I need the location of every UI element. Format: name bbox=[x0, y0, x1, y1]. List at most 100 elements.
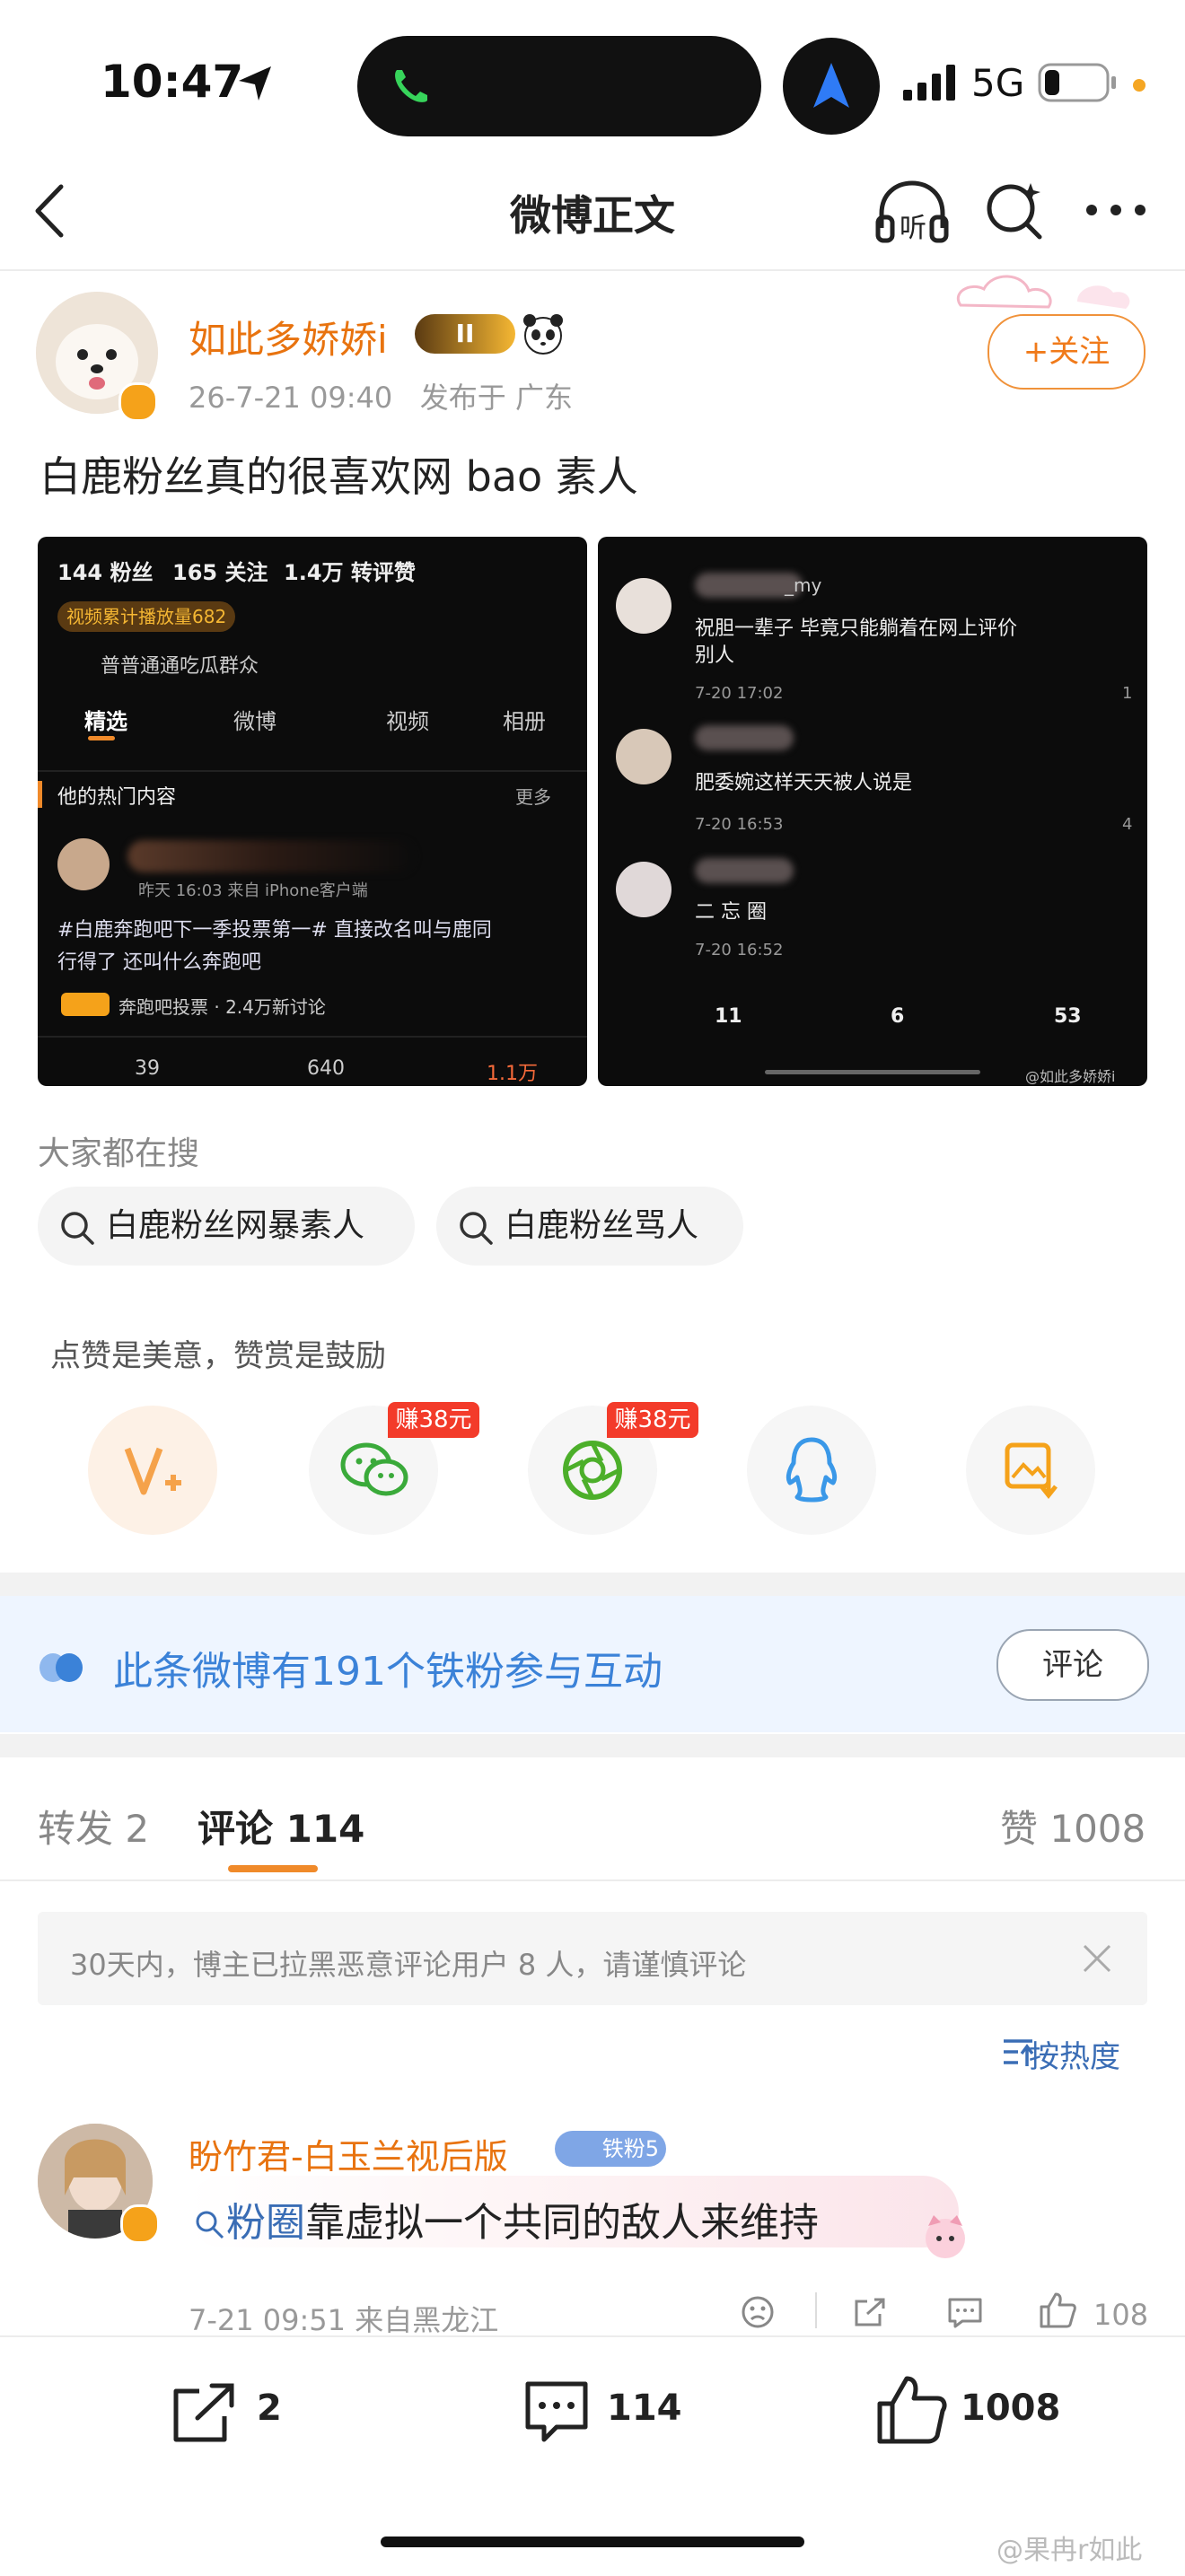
image2-blurred-name-3 bbox=[695, 858, 794, 883]
image1-tab-underline bbox=[88, 736, 115, 740]
panda-icon bbox=[523, 314, 563, 355]
image2-bar-likes: 53 bbox=[1054, 1005, 1082, 1028]
like-icon[interactable] bbox=[874, 2371, 950, 2447]
post-location: 发布于 广东 bbox=[419, 381, 573, 415]
image2-c3-time: 7-20 16:52 bbox=[695, 941, 784, 959]
wechat-icon bbox=[340, 1442, 408, 1496]
signal-icon bbox=[903, 65, 955, 101]
member-level-text: II bbox=[455, 319, 475, 348]
close-icon[interactable] bbox=[1081, 1942, 1113, 1975]
recording-dot bbox=[1133, 79, 1146, 92]
fans-icon bbox=[40, 1653, 83, 1682]
tab-active-indicator bbox=[228, 1865, 318, 1872]
image2-bar-reposts: 11 bbox=[715, 1005, 742, 1028]
image2-home-bar bbox=[765, 1070, 980, 1074]
reward-v-plus-icon bbox=[124, 1447, 181, 1495]
earn-badge-wechat: 赚38元 bbox=[388, 1402, 479, 1438]
comment-icon[interactable] bbox=[521, 2377, 592, 2449]
post-timestamp: 26-7-21 09:40 bbox=[189, 381, 393, 415]
comment-like-count: 108 bbox=[1093, 2298, 1149, 2332]
post-image-2[interactable]: _my 祝胆一辈子 毕竟只能躺着在网上评价 别人 7-20 17:02 1 肥委… bbox=[598, 537, 1147, 1086]
comment-action-divider bbox=[815, 2292, 817, 2328]
image1-tab-weibo: 微博 bbox=[233, 709, 276, 734]
search-icon[interactable] bbox=[984, 180, 1047, 242]
follow-button[interactable]: +关注 bbox=[988, 314, 1146, 390]
post-image-1[interactable]: 144 粉丝 165 关注 1.4万 转评赞 视频累计播放量682 普普通通吃瓜… bbox=[38, 537, 587, 1086]
commenter-verified-icon bbox=[120, 2204, 160, 2244]
dislike-face-icon[interactable] bbox=[740, 2294, 776, 2330]
repost-count: 2 bbox=[257, 2388, 282, 2429]
section-separator-2 bbox=[0, 1734, 1185, 1757]
search-chip-1-label: 白鹿粉丝网暴素人 bbox=[106, 1207, 365, 1244]
image1-divider bbox=[38, 770, 587, 772]
sort-by-heat[interactable]: 按热度 bbox=[1029, 2032, 1120, 2076]
section-separator bbox=[0, 1573, 1185, 1596]
image1-hot-title: 他的热门内容 bbox=[57, 786, 177, 809]
image1-post-line1: #白鹿奔跑吧下一季投票第一# 直接改名叫与鹿同 bbox=[57, 919, 492, 942]
reward-button[interactable] bbox=[88, 1406, 217, 1535]
image1-count-comment: 640 bbox=[307, 1057, 345, 1080]
image1-divider-bottom bbox=[38, 1036, 587, 1038]
image1-count-repost: 39 bbox=[135, 1057, 160, 1080]
tab-comments[interactable]: 评论 114 bbox=[198, 1799, 364, 1853]
image1-stat-following: 165 关注 bbox=[172, 560, 268, 585]
more-options-icon[interactable] bbox=[1084, 199, 1147, 221]
search-chip-1[interactable]: 白鹿粉丝网暴素人 bbox=[38, 1187, 415, 1266]
image1-post-line2: 行得了 还叫什么奔跑吧 bbox=[57, 951, 261, 974]
comment-link-text[interactable]: 粉圈 bbox=[226, 2200, 305, 2246]
reward-tip: 点赞是美意，赞赏是鼓励 bbox=[50, 1338, 386, 1374]
image2-c2-likes: 4 bbox=[1122, 815, 1133, 834]
phone-call-icon bbox=[395, 70, 427, 102]
status-time: 10:47 bbox=[101, 56, 244, 108]
tab-reposts[interactable]: 转发 2 bbox=[38, 1799, 149, 1853]
decorative-cloud-icon bbox=[957, 275, 1130, 309]
image2-avatar-3 bbox=[616, 862, 672, 917]
home-indicator[interactable] bbox=[381, 2537, 804, 2547]
comment-share-icon[interactable] bbox=[853, 2294, 889, 2330]
image2-watermark: @如此多娇娇i bbox=[1025, 1068, 1116, 1085]
image1-hot-more: 更多 bbox=[515, 786, 551, 808]
verified-badge-icon bbox=[118, 382, 158, 422]
image2-c1-text1: 祝胆一辈子 毕竟只能躺着在网上评价 bbox=[695, 618, 1017, 640]
comment-text: 粉圈靠虚拟一个共同的敌人来维持 bbox=[194, 2190, 819, 2247]
iron-fan-badge-text: 铁粉5 bbox=[601, 2136, 659, 2161]
dynamic-island[interactable] bbox=[357, 36, 761, 136]
commenter-name[interactable]: 盼竹君-白玉兰视后版 bbox=[189, 2129, 508, 2178]
search-icon bbox=[460, 1212, 493, 1245]
navigation-indicator[interactable] bbox=[783, 38, 880, 135]
network-type: 5G bbox=[971, 61, 1025, 105]
save-image-button[interactable] bbox=[966, 1406, 1095, 1535]
iron-fans-text: 此条微博有191个铁粉参与互动 bbox=[113, 1649, 663, 1695]
share-qq-button[interactable] bbox=[747, 1406, 876, 1535]
listen-icon[interactable]: 听 bbox=[873, 178, 953, 250]
svg-text:听: 听 bbox=[900, 213, 926, 244]
block-notice-text: 30天内，博主已拉黑恶意评论用户 8 人，请谨慎评论 bbox=[70, 1948, 747, 1982]
earn-badge-moments: 赚38元 bbox=[607, 1402, 698, 1438]
comment-meta: 7-21 09:51 来自黑龙江 bbox=[189, 2303, 499, 2337]
image2-c2-text: 肥委婉这样天天被人说是 bbox=[695, 772, 913, 794]
image1-play-badge: 视频累计播放量682 bbox=[57, 601, 236, 632]
iron-fan-badge: 铁粉5 bbox=[555, 2131, 666, 2167]
image1-topic-icon bbox=[61, 993, 110, 1016]
post-meta: 26-7-21 09:40 发布于 广东 bbox=[189, 375, 573, 416]
comment-like-icon[interactable] bbox=[1038, 2291, 1077, 2330]
image2-c2-time: 7-20 16:53 bbox=[695, 815, 784, 834]
search-chip-2[interactable]: 白鹿粉丝骂人 bbox=[436, 1187, 743, 1266]
image2-c1-time: 7-20 17:02 bbox=[695, 684, 784, 703]
watermark: @果冉r如此 bbox=[996, 2535, 1143, 2566]
image1-tab-featured: 精选 bbox=[84, 709, 127, 734]
image2-bar-comments: 6 bbox=[891, 1005, 905, 1028]
image2-c1-likes: 1 bbox=[1122, 684, 1133, 703]
image1-blurred-name bbox=[127, 840, 415, 872]
tab-likes[interactable]: 赞 1008 bbox=[1000, 1799, 1146, 1853]
repost-icon[interactable] bbox=[171, 2379, 242, 2447]
image1-stat-interactions: 1.4万 转评赞 bbox=[284, 560, 416, 585]
image1-post-avatar bbox=[57, 838, 110, 890]
fans-comment-button[interactable]: 评论 bbox=[996, 1629, 1149, 1701]
comment-reply-icon[interactable] bbox=[946, 2294, 984, 2330]
post-text: 白鹿粉丝真的很喜欢网 bao 素人 bbox=[40, 452, 638, 501]
image2-avatar-2 bbox=[616, 729, 672, 784]
tabs-divider bbox=[0, 1879, 1185, 1881]
navigation-arrow-icon bbox=[813, 63, 849, 108]
author-name[interactable]: 如此多娇娇i bbox=[189, 310, 388, 364]
